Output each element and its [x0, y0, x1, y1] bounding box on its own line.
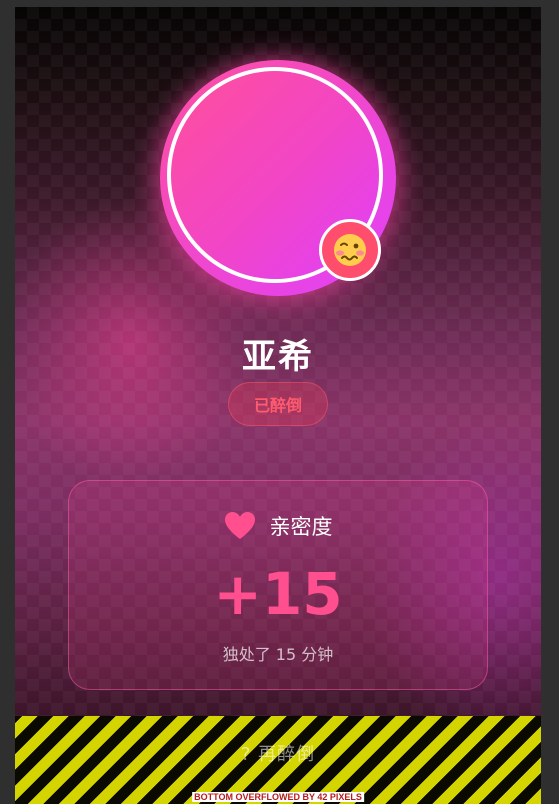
character-dialog: 亚希 已醉倒 亲密度 +15 独处了 15 分钟 ? 再醉倒 BOTTOM OV… — [15, 7, 541, 804]
hidden-action-button[interactable]: ? 再醉倒 — [15, 740, 541, 766]
intimacy-value: +15 — [213, 560, 343, 628]
intimacy-title: 亲密度 — [269, 515, 333, 539]
intimacy-header: 亲密度 — [69, 511, 487, 541]
character-name: 亚希 — [242, 337, 314, 377]
overflow-label: BOTTOM OVERFLOWED BY 42 PIXELS — [192, 792, 364, 802]
mood-badge — [319, 219, 381, 281]
overflow-warning: ? 再醉倒 BOTTOM OVERFLOWED BY 42 PIXELS — [15, 716, 541, 804]
woozy-face-icon — [334, 234, 366, 266]
intimacy-duration: 独处了 15 分钟 — [222, 645, 334, 664]
heart-icon — [224, 512, 255, 539]
status-badge: 已醉倒 — [228, 382, 328, 426]
intimacy-card: 亲密度 +15 独处了 15 分钟 — [68, 480, 488, 690]
